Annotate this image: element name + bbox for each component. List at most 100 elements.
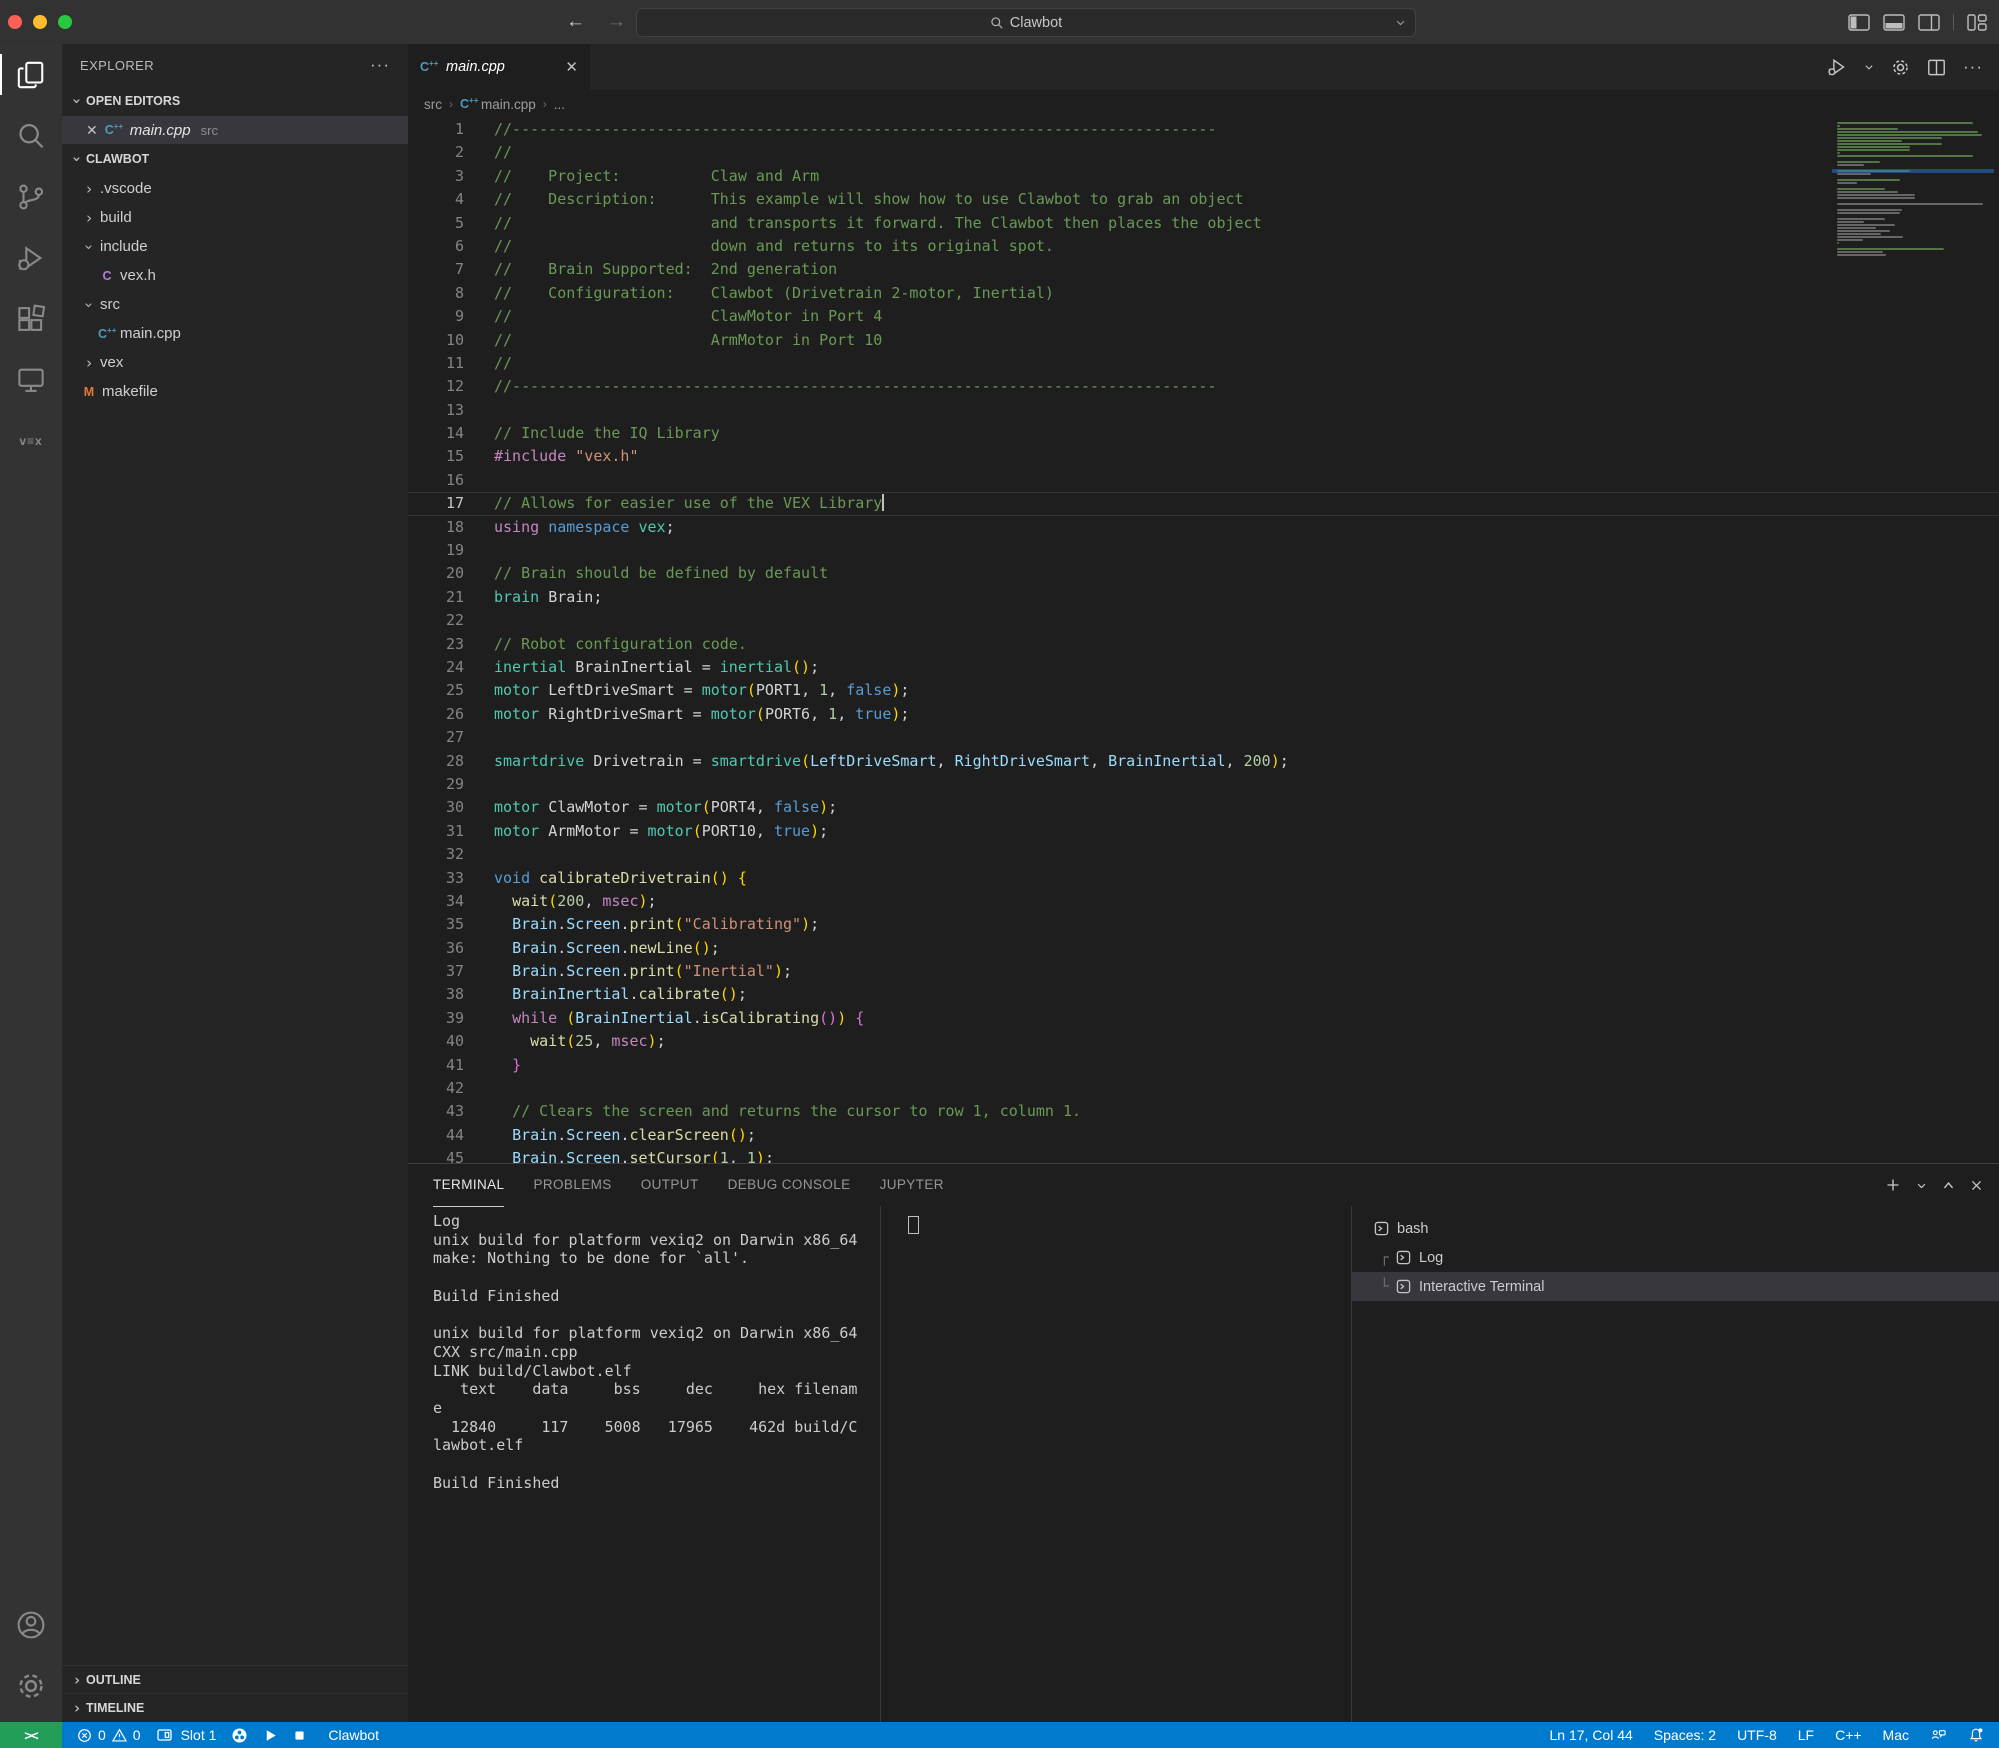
- code-line[interactable]: 25 motor LeftDriveSmart = motor(PORT1, 1,…: [408, 679, 1999, 702]
- code-line[interactable]: 38 BrainInertial.calibrate();: [408, 983, 1999, 1006]
- code-line[interactable]: 41 }: [408, 1054, 1999, 1077]
- code-line[interactable]: 15 #include "vex.h": [408, 445, 1999, 468]
- code-line[interactable]: 12//------------------------------------…: [408, 375, 1999, 398]
- code-line[interactable]: 19: [408, 539, 1999, 562]
- maximize-panel-icon[interactable]: [1942, 1179, 1955, 1192]
- code-line[interactable]: 39 while (BrainInertial.isCalibrating())…: [408, 1007, 1999, 1030]
- toggle-secondary-sidebar-icon[interactable]: [1918, 13, 1940, 31]
- code-line[interactable]: 36 Brain.Screen.newLine();: [408, 937, 1999, 960]
- command-center-search[interactable]: Clawbot: [636, 8, 1416, 37]
- code-line[interactable]: 21 brain Brain;: [408, 586, 1999, 609]
- code-line[interactable]: 3// Project: Claw and Arm: [408, 165, 1999, 188]
- status-spaces-2[interactable]: Spaces: 2: [1654, 1727, 1716, 1743]
- source-control-icon[interactable]: [0, 166, 62, 227]
- minimize-window-button[interactable]: [33, 15, 47, 29]
- chevron-down-icon[interactable]: [1916, 1180, 1927, 1191]
- tree-item-main-cpp[interactable]: C++ main.cpp: [62, 319, 408, 348]
- tree-item-src[interactable]: › src: [62, 290, 408, 319]
- panel-tab-output[interactable]: OUTPUT: [641, 1164, 699, 1207]
- customize-layout-icon[interactable]: [1967, 13, 1987, 31]
- panel-tab-terminal[interactable]: TERMINAL: [433, 1164, 505, 1207]
- outline-section[interactable]: › OUTLINE: [62, 1665, 408, 1694]
- tree-item-vex-h[interactable]: Cvex.h: [62, 261, 408, 290]
- run-program-button[interactable]: [263, 1728, 278, 1743]
- code-line[interactable]: 31 motor ArmMotor = motor(PORT10, true);: [408, 820, 1999, 843]
- split-editor-icon[interactable]: [1927, 58, 1946, 77]
- code-line[interactable]: 45 Brain.Screen.setCursor(1, 1);: [408, 1147, 1999, 1163]
- open-editors-header[interactable]: › OPEN EDITORS: [62, 86, 408, 116]
- code-line[interactable]: 42: [408, 1077, 1999, 1100]
- vex-download-button[interactable]: [231, 1727, 248, 1744]
- status-mac[interactable]: Mac: [1883, 1727, 1909, 1743]
- code-line[interactable]: 7// Brain Supported: 2nd generation: [408, 258, 1999, 281]
- code-line[interactable]: 8// Configuration: Clawbot (Drivetrain 2…: [408, 282, 1999, 305]
- open-editor-item-main-cpp[interactable]: ✕ C++ main.cpp src: [62, 116, 408, 144]
- feedback-icon[interactable]: [1930, 1728, 1947, 1743]
- project-header-clawbot[interactable]: › CLAWBOT: [62, 144, 408, 174]
- navigate-back-icon[interactable]: ←: [566, 11, 585, 33]
- slot-selector[interactable]: Slot 1: [156, 1727, 216, 1743]
- code-line[interactable]: 9// ClawMotor in Port 4: [408, 305, 1999, 328]
- code-line[interactable]: 1//-------------------------------------…: [408, 118, 1999, 141]
- code-line[interactable]: 11//: [408, 352, 1999, 375]
- code-line[interactable]: 24 inertial BrainInertial = inertial();: [408, 656, 1999, 679]
- breadcrumb-folder[interactable]: src: [424, 97, 442, 112]
- more-actions-icon[interactable]: ···: [1963, 57, 1983, 77]
- code-line[interactable]: 33 void calibrateDrivetrain() {: [408, 867, 1999, 890]
- search-icon[interactable]: [0, 105, 62, 166]
- code-line[interactable]: 27: [408, 726, 1999, 749]
- explorer-icon[interactable]: [0, 44, 62, 105]
- code-line[interactable]: 23// Robot configuration code.: [408, 633, 1999, 656]
- settings-gear-icon[interactable]: [1891, 58, 1910, 77]
- code-line[interactable]: 6// down and returns to its original spo…: [408, 235, 1999, 258]
- notifications-bell-icon[interactable]: [1968, 1727, 1984, 1743]
- settings-gear-icon[interactable]: [0, 1655, 62, 1716]
- stop-program-button[interactable]: [293, 1729, 306, 1742]
- close-window-button[interactable]: [8, 15, 22, 29]
- tree-item-include[interactable]: › include: [62, 232, 408, 261]
- project-name-status[interactable]: Clawbot: [328, 1727, 379, 1743]
- breadcrumb-more[interactable]: ...: [554, 97, 565, 112]
- status-c[interactable]: C++: [1835, 1727, 1861, 1743]
- close-icon[interactable]: ✕: [86, 122, 98, 139]
- minimap[interactable]: [1832, 122, 1994, 257]
- code-line[interactable]: 4// Description: This example will show …: [408, 188, 1999, 211]
- code-editor[interactable]: 1//-------------------------------------…: [408, 118, 1999, 1163]
- code-line[interactable]: 32: [408, 843, 1999, 866]
- code-line[interactable]: 26 motor RightDriveSmart = motor(PORT6, 1…: [408, 703, 1999, 726]
- run-and-debug-icon[interactable]: [0, 227, 62, 288]
- terminal-list-item-interactive-terminal[interactable]: └ Interactive Terminal: [1352, 1272, 1999, 1301]
- close-panel-icon[interactable]: [1970, 1179, 1983, 1192]
- status-ln-17-col-44[interactable]: Ln 17, Col 44: [1550, 1727, 1633, 1743]
- chevron-down-icon[interactable]: [1864, 62, 1874, 72]
- run-or-debug-icon[interactable]: [1827, 57, 1847, 77]
- code-line[interactable]: 29: [408, 773, 1999, 796]
- toggle-panel-icon[interactable]: [1883, 13, 1905, 31]
- tree-item--vscode[interactable]: › .vscode: [62, 174, 408, 203]
- terminal-list-item-log[interactable]: ┌ Log: [1352, 1243, 1999, 1272]
- timeline-section[interactable]: › TIMELINE: [62, 1693, 408, 1722]
- code-line[interactable]: 37 Brain.Screen.print("Inertial");: [408, 960, 1999, 983]
- panel-divider[interactable]: [880, 1206, 881, 1723]
- code-line[interactable]: 34 wait(200, msec);: [408, 890, 1999, 913]
- breadcrumb-file[interactable]: main.cpp: [481, 97, 536, 112]
- code-line[interactable]: 40 wait(25, msec);: [408, 1030, 1999, 1053]
- remote-explorer-icon[interactable]: [0, 349, 62, 410]
- navigate-forward-icon[interactable]: →: [607, 11, 626, 33]
- panel-tab-debug-console[interactable]: DEBUG CONSOLE: [728, 1164, 851, 1207]
- status-lf[interactable]: LF: [1798, 1727, 1814, 1743]
- code-line[interactable]: 14// Include the IQ Library: [408, 422, 1999, 445]
- code-line[interactable]: 18 using namespace vex;: [408, 516, 1999, 539]
- code-line[interactable]: 20// Brain should be defined by default: [408, 562, 1999, 585]
- extensions-icon[interactable]: [0, 288, 62, 349]
- new-terminal-icon[interactable]: [1885, 1177, 1901, 1193]
- code-line[interactable]: 16: [408, 469, 1999, 492]
- terminal-output[interactable]: Log unix build for platform vexiq2 on Dar…: [433, 1212, 875, 1492]
- tree-item-build[interactable]: › build: [62, 203, 408, 232]
- remote-indicator[interactable]: ><: [0, 1722, 62, 1748]
- code-line[interactable]: 17// Allows for easier use of the VEX Li…: [408, 492, 1999, 515]
- explorer-more-actions-icon[interactable]: ···: [370, 55, 390, 75]
- code-line[interactable]: 2//: [408, 141, 1999, 164]
- code-line[interactable]: 13: [408, 399, 1999, 422]
- code-line[interactable]: 30 motor ClawMotor = motor(PORT4, false);: [408, 796, 1999, 819]
